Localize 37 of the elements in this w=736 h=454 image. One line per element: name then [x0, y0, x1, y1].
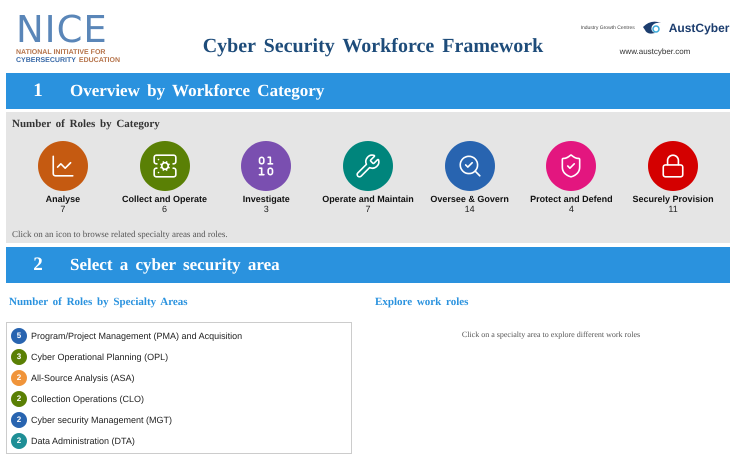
page-title: Cyber Security Workforce Framework [202, 35, 544, 58]
section-title: Overview by Workforce Category [70, 80, 324, 101]
search-check-icon [456, 152, 483, 179]
partner-brand: AustCyber [668, 21, 730, 36]
specialty-item[interactable]: Cyber security Management (MGT) [31, 414, 172, 425]
category-button[interactable]: Securely Provision 11 [623, 140, 724, 214]
specialty-item[interactable]: Collection Operations (CLO) [31, 394, 144, 404]
panel-heading: Number of Roles by Category [12, 118, 161, 130]
count-badge: 2 [11, 390, 27, 407]
server-gear-icon [152, 152, 178, 179]
logo-wordmark: NICE [16, 10, 109, 49]
category-button[interactable]: Collect and Operate 6 [114, 140, 215, 214]
explore-heading: Explore work roles [375, 296, 470, 308]
list-heading: Number of Roles by Specialty Areas [9, 296, 189, 308]
specialty-item[interactable]: All-Source Analysis (ASA) [31, 372, 135, 383]
explore-hint: Click on a specialty area to explore different work roles [460, 330, 642, 340]
category-button[interactable]: Analyse 7 [12, 140, 113, 214]
category-button[interactable]: Oversee & Govern 14 [420, 140, 520, 214]
specialty-item[interactable]: Cyber Operational Planning (OPL) [31, 352, 168, 362]
count-badge: 3 [11, 348, 27, 365]
category-button[interactable]: Investigate 3 [216, 140, 316, 214]
count-badge: 2 [11, 412, 27, 428]
specialty-item[interactable]: Program/Project Management (PMA) and Acquisition [31, 330, 242, 341]
lock-icon [660, 152, 686, 179]
line-chart-icon [50, 152, 76, 179]
section-title: Select a cyber security area [70, 255, 280, 276]
panel-hint: Click on an icon to browse related specialty areas and roles. [12, 229, 229, 240]
category-button[interactable]: Operate and Maintain 7 [318, 140, 418, 214]
category-button[interactable]: Protect and Defend 4 [521, 140, 622, 214]
wrench-icon [354, 152, 381, 179]
count-badge: 2 [11, 432, 27, 449]
section-number: 1 [32, 80, 44, 102]
website-link[interactable]: www.austcyber.com [620, 47, 690, 56]
specialty-item[interactable]: Data Administration (DTA) [31, 436, 135, 446]
count-badge: 5 [11, 328, 27, 344]
count-badge: 2 [11, 370, 27, 386]
section-number: 2 [32, 254, 44, 276]
